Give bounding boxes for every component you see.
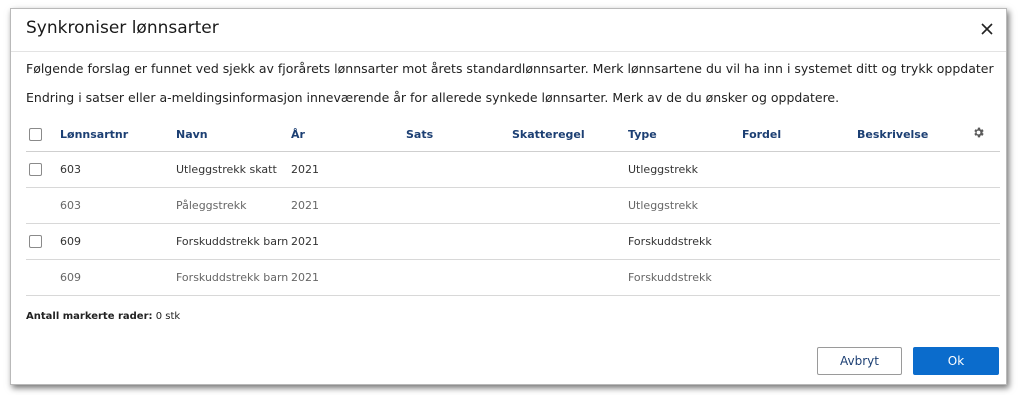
info-text-1: Følgende forslag er funnet ved sjekk av … [26, 61, 994, 76]
cell-navn: Forskuddstrekk barn [176, 259, 291, 296]
col-header-navn[interactable]: Navn [176, 117, 291, 152]
table-row: 609 Forskuddstrekk barn 2021 Forskuddstr… [26, 259, 1000, 296]
cell-skatteregel [512, 187, 628, 224]
table-row[interactable]: 609 Forskuddstrekk barn 2021 Forskuddstr… [26, 223, 1000, 260]
cell-skatteregel [512, 151, 628, 188]
cell-type: Forskuddstrekk [628, 259, 742, 296]
cell-fordel [742, 259, 857, 296]
cell-navn: Forskuddstrekk barn [176, 223, 291, 260]
cell-beskrivelse [857, 259, 972, 296]
cell-navn: Påleggstrekk [176, 187, 291, 224]
cell-sats [406, 187, 512, 224]
cell-empty [972, 151, 1000, 188]
table-row: 603 Påleggstrekk 2021 Utleggstrekk [26, 187, 1000, 224]
cell-fordel [742, 223, 857, 260]
cell-lonnsartnr: 609 [60, 223, 176, 260]
row-select-cell [26, 259, 60, 296]
col-header-fordel[interactable]: Fordel [742, 117, 857, 152]
sync-dialog: Synkroniser lønnsarter Følgende forslag … [10, 8, 1007, 385]
select-all-checkbox[interactable] [29, 127, 42, 141]
cell-empty [972, 187, 1000, 224]
cell-type: Forskuddstrekk [628, 223, 742, 260]
cell-type: Utleggstrekk [628, 187, 742, 224]
cell-beskrivelse [857, 223, 972, 260]
cell-navn: Utleggstrekk skatt [176, 151, 291, 188]
row-select-cell [26, 223, 60, 260]
row-select-cell [26, 187, 60, 224]
cell-type: Utleggstrekk [628, 151, 742, 188]
column-settings-button[interactable] [972, 126, 985, 142]
close-button[interactable] [976, 18, 998, 40]
col-header-beskrivelse[interactable]: Beskrivelse [857, 117, 972, 152]
cell-fordel [742, 151, 857, 188]
cell-fordel [742, 187, 857, 224]
cell-skatteregel [512, 259, 628, 296]
table-row[interactable]: 603 Utleggstrekk skatt 2021 Utleggstrekk [26, 151, 1000, 188]
col-header-lonnsartnr[interactable]: Lønnsartnr [60, 117, 176, 152]
cell-lonnsartnr: 609 [60, 259, 176, 296]
row-checkbox[interactable] [29, 163, 42, 177]
cancel-button[interactable]: Avbryt [817, 347, 902, 375]
row-checkbox[interactable] [29, 235, 42, 249]
col-header-sats[interactable]: Sats [406, 117, 512, 152]
cell-lonnsartnr: 603 [60, 151, 176, 188]
select-all-cell [26, 117, 60, 152]
selected-count: Antall markerte rader: 0 stk [26, 311, 180, 322]
cell-sats [406, 223, 512, 260]
ok-button[interactable]: Ok [913, 347, 999, 375]
wage-types-table: Lønnsartnr Navn År Sats Skatteregel Type… [26, 117, 1000, 296]
cell-lonnsartnr: 603 [60, 187, 176, 224]
info-text-2: Endring i satser eller a-meldingsinforma… [26, 90, 840, 105]
cell-empty [972, 223, 1000, 260]
cell-skatteregel [512, 223, 628, 260]
title-divider [11, 51, 1006, 52]
cell-ar: 2021 [291, 187, 406, 224]
dialog-title: Synkroniser lønnsarter [26, 18, 219, 38]
cell-beskrivelse [857, 187, 972, 224]
table-header-row: Lønnsartnr Navn År Sats Skatteregel Type… [26, 117, 1000, 152]
cell-sats [406, 151, 512, 188]
cell-ar: 2021 [291, 151, 406, 188]
col-header-type[interactable]: Type [628, 117, 742, 152]
selected-count-label: Antall markerte rader: [26, 311, 153, 322]
cell-ar: 2021 [291, 223, 406, 260]
close-icon [981, 23, 993, 35]
col-header-ar[interactable]: År [291, 117, 406, 152]
settings-cell [972, 117, 1000, 152]
col-header-skatteregel[interactable]: Skatteregel [512, 117, 628, 152]
cell-beskrivelse [857, 151, 972, 188]
row-select-cell [26, 151, 60, 188]
gear-icon [974, 127, 984, 138]
selected-count-value: 0 stk [155, 311, 181, 322]
cell-ar: 2021 [291, 259, 406, 296]
cell-empty [972, 259, 1000, 296]
cell-sats [406, 259, 512, 296]
